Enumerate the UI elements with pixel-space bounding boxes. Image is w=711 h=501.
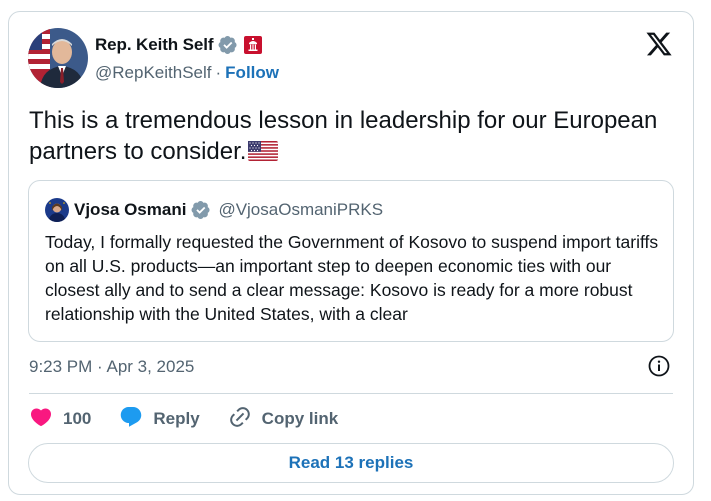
copy-link-button[interactable]: Copy link bbox=[228, 405, 339, 434]
author-handle[interactable]: @RepKeithSelf bbox=[95, 63, 212, 83]
tweet-text: This is a tremendous lesson in leadershi… bbox=[29, 105, 689, 167]
author-name[interactable]: Rep. Keith Self bbox=[95, 35, 214, 55]
tweet-actions: 100 Reply Copy link bbox=[29, 404, 366, 434]
like-button[interactable]: 100 bbox=[29, 405, 91, 434]
divider bbox=[29, 393, 673, 394]
copy-link-label: Copy link bbox=[261, 409, 339, 428]
embedded-tweet-card: Rep. Keith Self @RepKeithSelf · Follow T… bbox=[8, 11, 694, 495]
handle-separator: · bbox=[215, 63, 222, 82]
reply-bubble-icon bbox=[119, 405, 143, 434]
quoted-author-handle: @VjosaOsmaniPRKS bbox=[218, 200, 384, 219]
quoted-tweet-text: Today, I formally requested the Governme… bbox=[45, 232, 659, 324]
heart-icon bbox=[29, 405, 53, 434]
follow-button[interactable]: Follow bbox=[225, 63, 279, 83]
tweet-timestamp[interactable]: 9:23 PM · Apr 3, 2025 bbox=[29, 357, 194, 377]
quoted-author-name: Vjosa Osmani bbox=[74, 200, 187, 219]
x-logo-icon[interactable] bbox=[645, 30, 673, 58]
author-handle-row: @RepKeithSelf · Follow bbox=[95, 63, 279, 83]
author-avatar[interactable] bbox=[28, 28, 88, 88]
link-icon bbox=[228, 405, 252, 434]
reply-button[interactable]: Reply bbox=[119, 405, 200, 434]
government-badge-icon bbox=[243, 35, 263, 55]
quoted-author-avatar bbox=[45, 198, 69, 222]
us-flag-emoji-icon bbox=[248, 138, 279, 161]
info-icon[interactable] bbox=[647, 354, 671, 378]
author-name-row: Rep. Keith Self bbox=[95, 35, 263, 55]
tweet-body: This is a tremendous lesson in leadershi… bbox=[29, 107, 658, 165]
quoted-tweet-header: Vjosa Osmani @VjosaOsmaniPRKS bbox=[45, 198, 383, 222]
read-replies-button[interactable]: Read 13 replies bbox=[28, 443, 674, 483]
reply-label: Reply bbox=[153, 409, 200, 428]
quoted-tweet[interactable]: Vjosa Osmani @VjosaOsmaniPRKS Today, I f… bbox=[28, 180, 674, 342]
like-count: 100 bbox=[63, 409, 92, 428]
quoted-verified-badge-icon bbox=[191, 200, 211, 220]
verified-badge-icon bbox=[218, 35, 238, 55]
